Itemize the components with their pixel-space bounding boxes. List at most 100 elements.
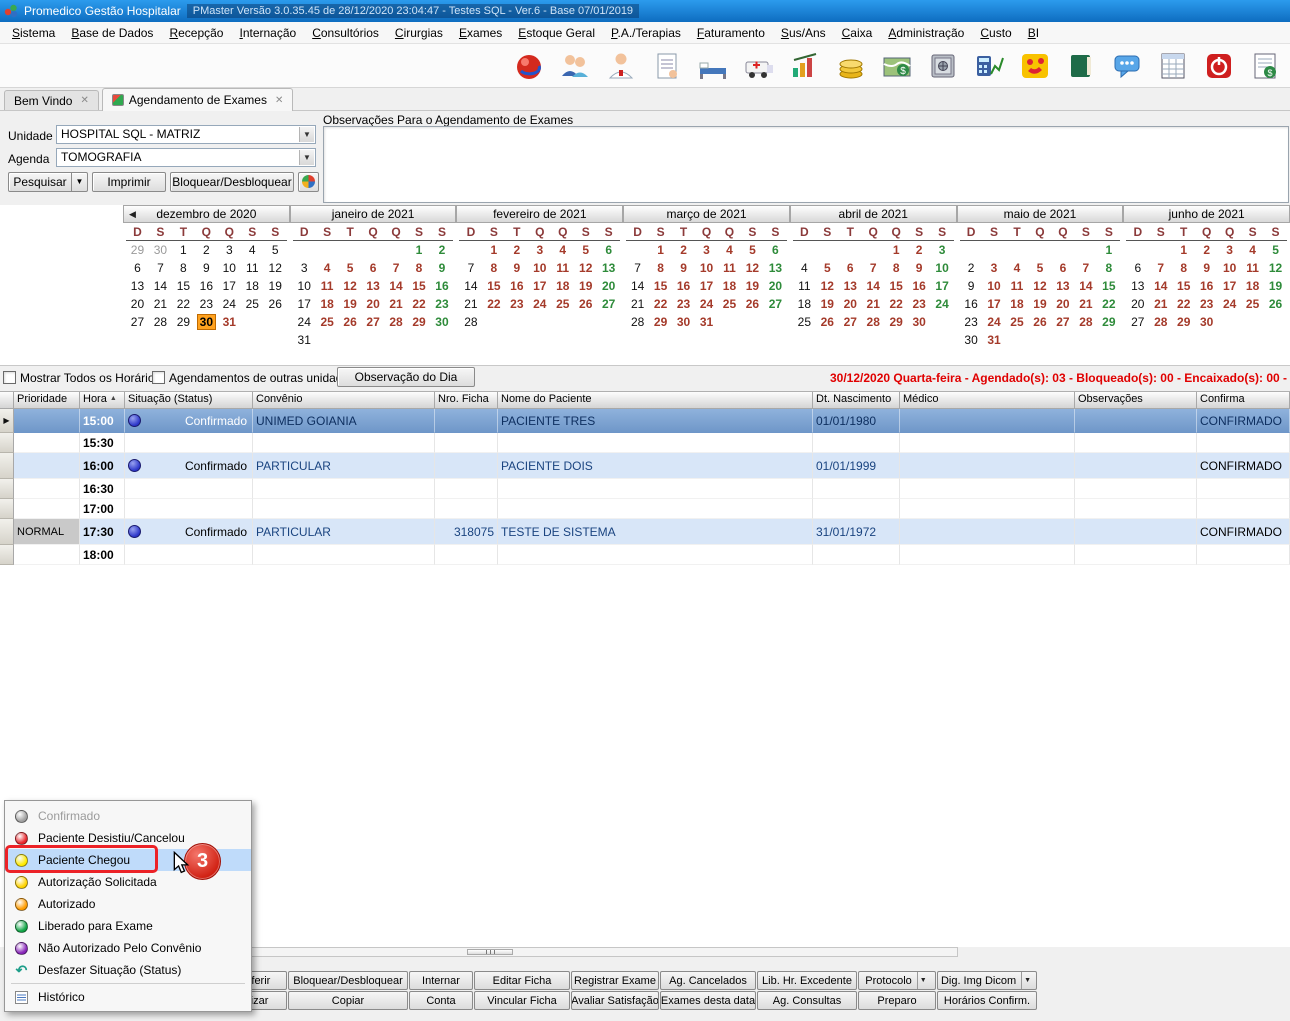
calendar-month-header[interactable]: maio de 2021 <box>957 205 1124 223</box>
button-editar-ficha[interactable]: Editar Ficha <box>474 971 570 990</box>
invoice-icon[interactable]: $ <box>1248 49 1282 83</box>
scrollbar-grip[interactable] <box>467 949 513 955</box>
calendar-day[interactable]: 16 <box>195 278 218 294</box>
calendar-day[interactable]: 5 <box>741 242 764 258</box>
calendar-day[interactable]: 30 <box>672 314 695 330</box>
calendar-day[interactable]: 5 <box>264 242 287 258</box>
calendar-day[interactable]: 21 <box>1149 296 1172 312</box>
calendar-day[interactable]: 12 <box>264 260 287 276</box>
calendar-day[interactable]: 24 <box>293 314 316 330</box>
calendar-day[interactable]: 5 <box>1028 260 1051 276</box>
money-map-icon[interactable]: $ <box>880 49 914 83</box>
calendar-day[interactable]: 27 <box>126 314 149 330</box>
menu-administracao[interactable]: Administração <box>880 23 972 43</box>
calendar-day[interactable]: 23 <box>430 296 453 312</box>
button-avaliar-satisfacao[interactable]: Avaliar Satisfação <box>571 991 659 1010</box>
calendar-day[interactable]: 7 <box>459 260 482 276</box>
patients-icon[interactable] <box>558 49 592 83</box>
calendar-day[interactable]: 15 <box>1097 278 1120 294</box>
calendar-day[interactable]: 9 <box>195 260 218 276</box>
calendar-day[interactable]: 28 <box>459 314 482 330</box>
calendar-day[interactable]: 25 <box>793 314 816 330</box>
calendar-day[interactable]: 28 <box>385 314 408 330</box>
calendar-day[interactable]: 23 <box>672 296 695 312</box>
calendar-day[interactable]: 27 <box>1126 314 1149 330</box>
calendar-day[interactable]: 28 <box>149 314 172 330</box>
calendar-day[interactable]: 20 <box>764 278 787 294</box>
pesquisar-dropdown-icon[interactable]: ▼ <box>71 173 87 191</box>
calendar-day[interactable]: 10 <box>218 260 241 276</box>
calendar-day[interactable]: 1 <box>649 242 672 258</box>
calendar-day[interactable]: 25 <box>1241 296 1264 312</box>
calendar-day[interactable]: 18 <box>793 296 816 312</box>
calendar-day[interactable]: 21 <box>149 296 172 312</box>
calendar-day[interactable]: 11 <box>551 260 574 276</box>
calendar-day[interactable]: 17 <box>1218 278 1241 294</box>
calendar-day[interactable]: 24 <box>1218 296 1241 312</box>
button-protocolo[interactable]: Protocolo▼ <box>858 971 936 990</box>
menu-estoque-geral[interactable]: Estoque Geral <box>510 23 603 43</box>
calendar-day[interactable]: 31 <box>293 332 316 348</box>
calendar-day[interactable]: 23 <box>960 314 983 330</box>
spreadsheet-icon[interactable] <box>1156 49 1190 83</box>
button-conta[interactable]: Conta <box>409 991 473 1010</box>
agenda-combobox[interactable]: TOMOGRAFIA ▼ <box>56 148 316 167</box>
menu-caixa[interactable]: Caixa <box>834 23 881 43</box>
calendar-day[interactable]: 14 <box>626 278 649 294</box>
calendar-day[interactable]: 8 <box>172 260 195 276</box>
menu-faturamento[interactable]: Faturamento <box>689 23 773 43</box>
button-vincular-ficha[interactable]: Vincular Ficha <box>474 991 570 1010</box>
calendar-day[interactable]: 22 <box>172 296 195 312</box>
calendar-day[interactable]: 9 <box>430 260 453 276</box>
tab-bem-vindo[interactable]: Bem Vindo ✕ <box>4 90 99 110</box>
show-all-times-checkbox[interactable] <box>3 371 16 384</box>
calendar-day[interactable]: 5 <box>1264 242 1287 258</box>
calendar-day[interactable]: 19 <box>1028 296 1051 312</box>
dropdown-arrow-icon[interactable]: ▼ <box>1021 972 1033 989</box>
calendar-day[interactable]: 9 <box>960 278 983 294</box>
calendar-day[interactable]: 25 <box>241 296 264 312</box>
calendar-day[interactable]: 19 <box>816 296 839 312</box>
button-registrar-exame[interactable]: Registrar Exame <box>571 971 659 990</box>
calendar-day[interactable]: 18 <box>718 278 741 294</box>
context-menu-item-confirmado[interactable]: Confirmado <box>5 805 251 827</box>
calendar-day[interactable]: 29 <box>1172 314 1195 330</box>
calendar-day[interactable]: 21 <box>626 296 649 312</box>
calendar-day[interactable]: 24 <box>528 296 551 312</box>
calendar-day[interactable]: 4 <box>316 260 339 276</box>
calendar-day[interactable]: 9 <box>672 260 695 276</box>
calendar-day[interactable]: 12 <box>574 260 597 276</box>
calendar-day[interactable]: 17 <box>695 278 718 294</box>
calendar-day[interactable]: 14 <box>385 278 408 294</box>
calendar-month-header[interactable]: abril de 2021 <box>790 205 957 223</box>
calendar-day[interactable]: 23 <box>195 296 218 312</box>
calendar-day[interactable]: 16 <box>960 296 983 312</box>
chevron-down-icon[interactable]: ▼ <box>299 127 314 142</box>
calendar-month-header[interactable]: março de 2021 <box>623 205 790 223</box>
calendar-day-selected[interactable]: 30 <box>197 314 216 330</box>
calendar-day[interactable]: 4 <box>551 242 574 258</box>
column-header-observacoes[interactable]: Observações <box>1075 392 1197 409</box>
appointment-row-17-30[interactable]: NORMAL17:30ConfirmadoPARTICULAR318075TES… <box>0 519 1290 545</box>
calendar-day[interactable]: 8 <box>885 260 908 276</box>
calendar-day[interactable]: 20 <box>1126 296 1149 312</box>
calendar-day[interactable]: 13 <box>764 260 787 276</box>
calendar-month-header[interactable]: ◀dezembro de 2020 <box>123 205 290 223</box>
calendar-day[interactable]: 27 <box>839 314 862 330</box>
calendar-day[interactable]: 30 <box>1195 314 1218 330</box>
calendar-day[interactable]: 31 <box>218 314 241 330</box>
coins-icon[interactable] <box>834 49 868 83</box>
calendar-day[interactable]: 13 <box>1051 278 1074 294</box>
menu-custo[interactable]: Custo <box>972 23 1019 43</box>
calendar-day[interactable]: 30 <box>960 332 983 348</box>
billing-chart-icon[interactable] <box>788 49 822 83</box>
calendar-day[interactable]: 10 <box>931 260 954 276</box>
calendar-day[interactable]: 16 <box>505 278 528 294</box>
calendar-day[interactable]: 22 <box>1172 296 1195 312</box>
calendar-day[interactable]: 3 <box>695 242 718 258</box>
calendar-day[interactable]: 11 <box>1241 260 1264 276</box>
column-header-nome-do-paciente[interactable]: Nome do Paciente <box>498 392 813 409</box>
calendar-day[interactable]: 1 <box>1172 242 1195 258</box>
calendar-day[interactable]: 26 <box>1264 296 1287 312</box>
calendar-day[interactable]: 7 <box>1074 260 1097 276</box>
